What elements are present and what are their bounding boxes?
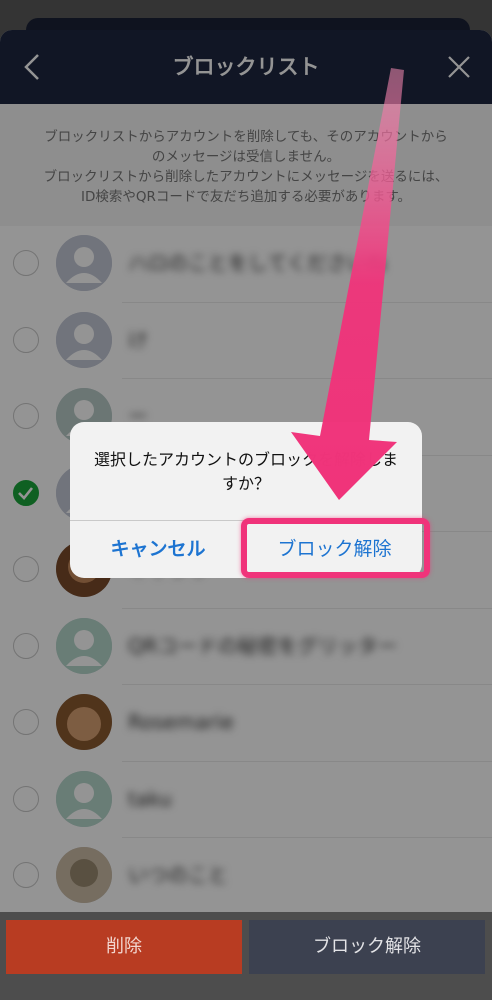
pointer-arrow-icon [291, 68, 404, 500]
